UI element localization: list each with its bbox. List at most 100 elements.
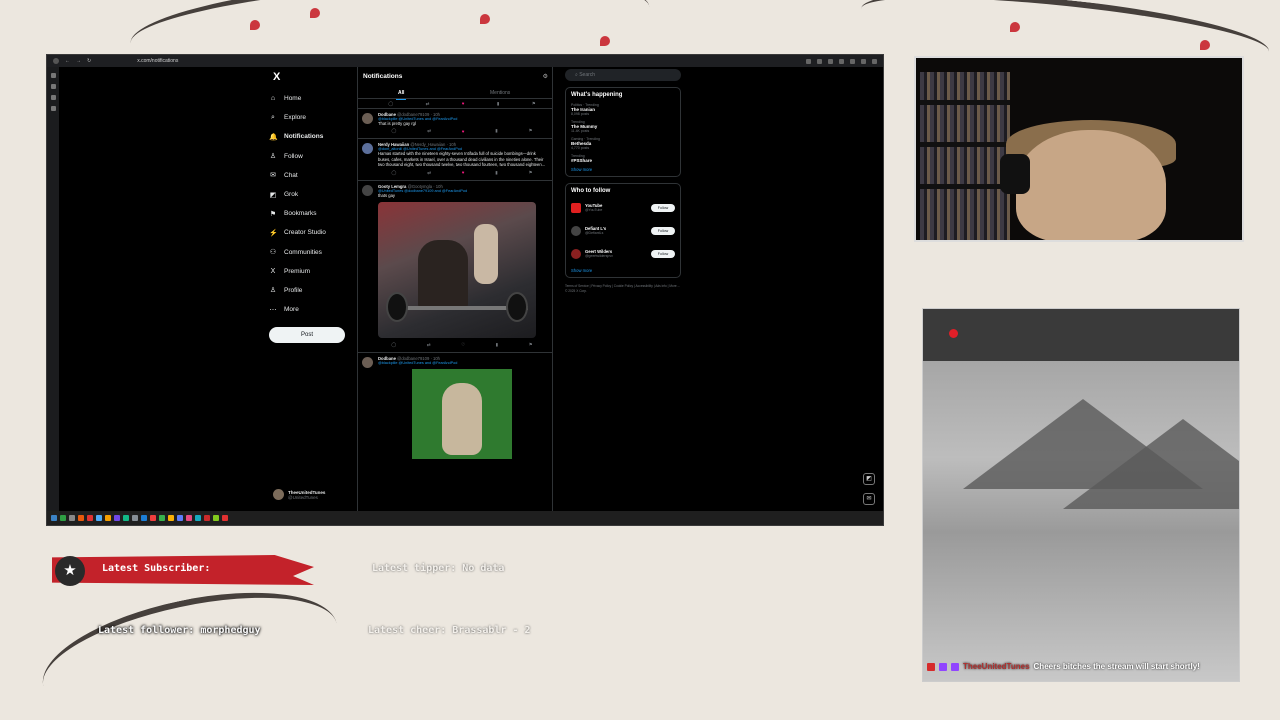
reply-icon[interactable]: ◯ bbox=[391, 128, 396, 134]
maximize-icon[interactable] bbox=[861, 58, 866, 64]
sidebar-app-icon[interactable] bbox=[50, 106, 56, 111]
taskbar-app-icon[interactable] bbox=[132, 515, 138, 521]
post-item[interactable]: Dodbane @dodbane79109 · 10h @blackpille … bbox=[358, 353, 552, 461]
messages-float-icon[interactable]: ✉ bbox=[863, 493, 875, 505]
trend-item[interactable]: Gaming · Trending Bethesda 4,770 posts bbox=[571, 137, 675, 150]
taskbar-app-icon[interactable] bbox=[159, 515, 165, 521]
browser-tab-icon[interactable] bbox=[53, 58, 59, 64]
forward-icon[interactable]: → bbox=[76, 58, 81, 64]
follow-suggestion[interactable]: Defiant L's @DefiantLs Follow bbox=[571, 222, 675, 239]
post-button[interactable]: Post bbox=[269, 327, 345, 344]
taskbar-app-icon[interactable] bbox=[168, 515, 174, 521]
nav-item-communities[interactable]: ⚇ Communities bbox=[269, 243, 369, 262]
follow-button[interactable]: Follow bbox=[651, 226, 675, 235]
like-icon[interactable]: ♥ bbox=[462, 101, 465, 106]
taskbar-app-icon[interactable] bbox=[114, 515, 120, 521]
trend-item[interactable]: Politics · Trending The Iranian 8,098 post… bbox=[571, 103, 675, 116]
taskbar-app-icon[interactable] bbox=[204, 515, 210, 521]
nav-item-notifications[interactable]: 🔔 Notifications bbox=[269, 127, 369, 146]
taskbar-app-icon[interactable] bbox=[105, 515, 111, 521]
replying-handles[interactable]: @blackpille @UnitedTunes and @FearAndPod bbox=[378, 361, 457, 365]
bookmark-icon[interactable]: ⚑ bbox=[529, 170, 533, 176]
nav-label: Explore bbox=[284, 114, 307, 122]
gear-icon[interactable]: ⚙ bbox=[543, 73, 548, 80]
views-icon[interactable]: ▮ bbox=[495, 170, 497, 176]
views-icon[interactable]: ▮ bbox=[495, 128, 497, 134]
footer-links[interactable]: Terms of Service | Privacy Policy | Cook… bbox=[565, 284, 681, 294]
sidebar-app-icon[interactable] bbox=[50, 95, 56, 100]
taskbar-app-icon[interactable] bbox=[141, 515, 147, 521]
post-image-cat[interactable] bbox=[412, 369, 512, 460]
sidebar-app-icon[interactable] bbox=[50, 84, 56, 89]
address-bar[interactable]: x.com/notifications bbox=[137, 58, 178, 64]
nav-label: Chat bbox=[284, 171, 298, 179]
trend-item[interactable]: Trending The Mummy 11.4K posts bbox=[571, 120, 675, 133]
taskbar-app-icon[interactable] bbox=[195, 515, 201, 521]
nav-item-chat[interactable]: ✉ Chat bbox=[269, 166, 369, 185]
taskbar-app-icon[interactable] bbox=[69, 515, 75, 521]
reload-icon[interactable]: ↻ bbox=[87, 58, 91, 64]
tab-all[interactable]: All bbox=[395, 90, 407, 100]
follow-button[interactable]: Follow bbox=[651, 249, 675, 258]
post-item[interactable]: Gooty Lemgra @Gootymgla · 10h @UnitedTun… bbox=[358, 181, 552, 354]
nav-item-explore[interactable]: ⌕ Explore bbox=[269, 108, 369, 127]
taskbar-app-icon[interactable] bbox=[213, 515, 219, 521]
back-icon[interactable]: ← bbox=[65, 58, 70, 64]
taskbar-app-icon[interactable] bbox=[78, 515, 84, 521]
extension-icon[interactable] bbox=[828, 58, 833, 64]
views-icon[interactable]: ▮ bbox=[496, 342, 498, 348]
tab-mentions[interactable]: Mentions bbox=[490, 90, 510, 96]
follow-button[interactable]: Follow bbox=[651, 203, 675, 212]
taskbar-app-icon[interactable] bbox=[96, 515, 102, 521]
repost-icon[interactable]: ⇄ bbox=[427, 170, 431, 176]
extension-icon[interactable] bbox=[806, 58, 811, 64]
close-icon[interactable] bbox=[872, 58, 877, 64]
extension-icon[interactable] bbox=[817, 58, 822, 64]
taskbar-app-icon[interactable] bbox=[186, 515, 192, 521]
repost-icon[interactable]: ⇄ bbox=[427, 128, 431, 134]
repost-icon[interactable]: ⇄ bbox=[427, 342, 431, 348]
nav-item-creator-studio[interactable]: ⚡ Creator Studio bbox=[269, 223, 369, 242]
search-input[interactable]: ⌕ Search bbox=[565, 69, 681, 81]
bookmark-icon[interactable]: ⚑ bbox=[529, 128, 533, 134]
show-more-link[interactable]: Show more bbox=[571, 167, 675, 172]
nav-item-grok[interactable]: ◩ Grok bbox=[269, 185, 369, 204]
account-switcher[interactable]: TheeUnitedTunes @UnitedTunes bbox=[273, 489, 325, 500]
start-icon[interactable] bbox=[51, 515, 57, 521]
reply-icon[interactable]: ◯ bbox=[391, 342, 396, 348]
reply-icon[interactable]: ◯ bbox=[391, 170, 396, 176]
nav-item-follow[interactable]: ♙ Follow bbox=[269, 147, 369, 166]
taskbar-app-icon[interactable] bbox=[150, 515, 156, 521]
nav-item-premium[interactable]: X Premium bbox=[269, 262, 369, 281]
x-logo-icon[interactable]: X bbox=[273, 71, 369, 83]
follow-suggestion[interactable]: YouTube @YouTube Follow bbox=[571, 199, 675, 216]
minimize-icon[interactable] bbox=[850, 58, 855, 64]
post-image-gym[interactable] bbox=[378, 202, 536, 339]
taskbar-app-icon[interactable] bbox=[177, 515, 183, 521]
taskbar-app-icon[interactable] bbox=[222, 515, 228, 521]
grok-float-icon[interactable]: ◩ bbox=[863, 473, 875, 485]
post-item[interactable]: Dodbane @dodbane79109 · 10h @blackpille … bbox=[358, 109, 552, 140]
taskbar-app-icon[interactable] bbox=[123, 515, 129, 521]
bookmark-icon[interactable]: ⚑ bbox=[529, 342, 533, 348]
nav-item-bookmarks[interactable]: ⚑ Bookmarks bbox=[269, 204, 369, 223]
bookmark-icon[interactable]: ⚑ bbox=[532, 101, 536, 107]
nav-item-profile[interactable]: ♙ Profile bbox=[269, 281, 369, 300]
nav-item-home[interactable]: ⌂ Home bbox=[269, 89, 369, 108]
sidebar-app-icon[interactable] bbox=[50, 73, 56, 78]
repost-icon[interactable]: ⇄ bbox=[426, 101, 430, 107]
post-item[interactable]: Nerdy Hawaiian @Nerdy_Hawaiian · 10h @do… bbox=[358, 139, 552, 181]
views-icon[interactable]: ▮ bbox=[497, 101, 499, 107]
nav-item-more[interactable]: ⋯ More bbox=[269, 300, 369, 319]
chat-text: Cheers bitches the stream will start sho… bbox=[1033, 662, 1200, 671]
follow-suggestion[interactable]: Geert Wilders @geertwilderspvv Follow bbox=[571, 245, 675, 262]
extension-icon[interactable] bbox=[839, 58, 844, 64]
reply-icon[interactable]: ◯ bbox=[388, 101, 393, 107]
show-more-link[interactable]: Show more bbox=[571, 268, 675, 273]
like-icon[interactable]: ♡ bbox=[461, 342, 465, 348]
like-icon[interactable]: ♥ bbox=[462, 129, 465, 134]
like-icon[interactable]: ♥ bbox=[462, 170, 465, 175]
taskbar-app-icon[interactable] bbox=[87, 515, 93, 521]
trend-item[interactable]: Trending #PSShare bbox=[571, 154, 675, 163]
taskbar-app-icon[interactable] bbox=[60, 515, 66, 521]
